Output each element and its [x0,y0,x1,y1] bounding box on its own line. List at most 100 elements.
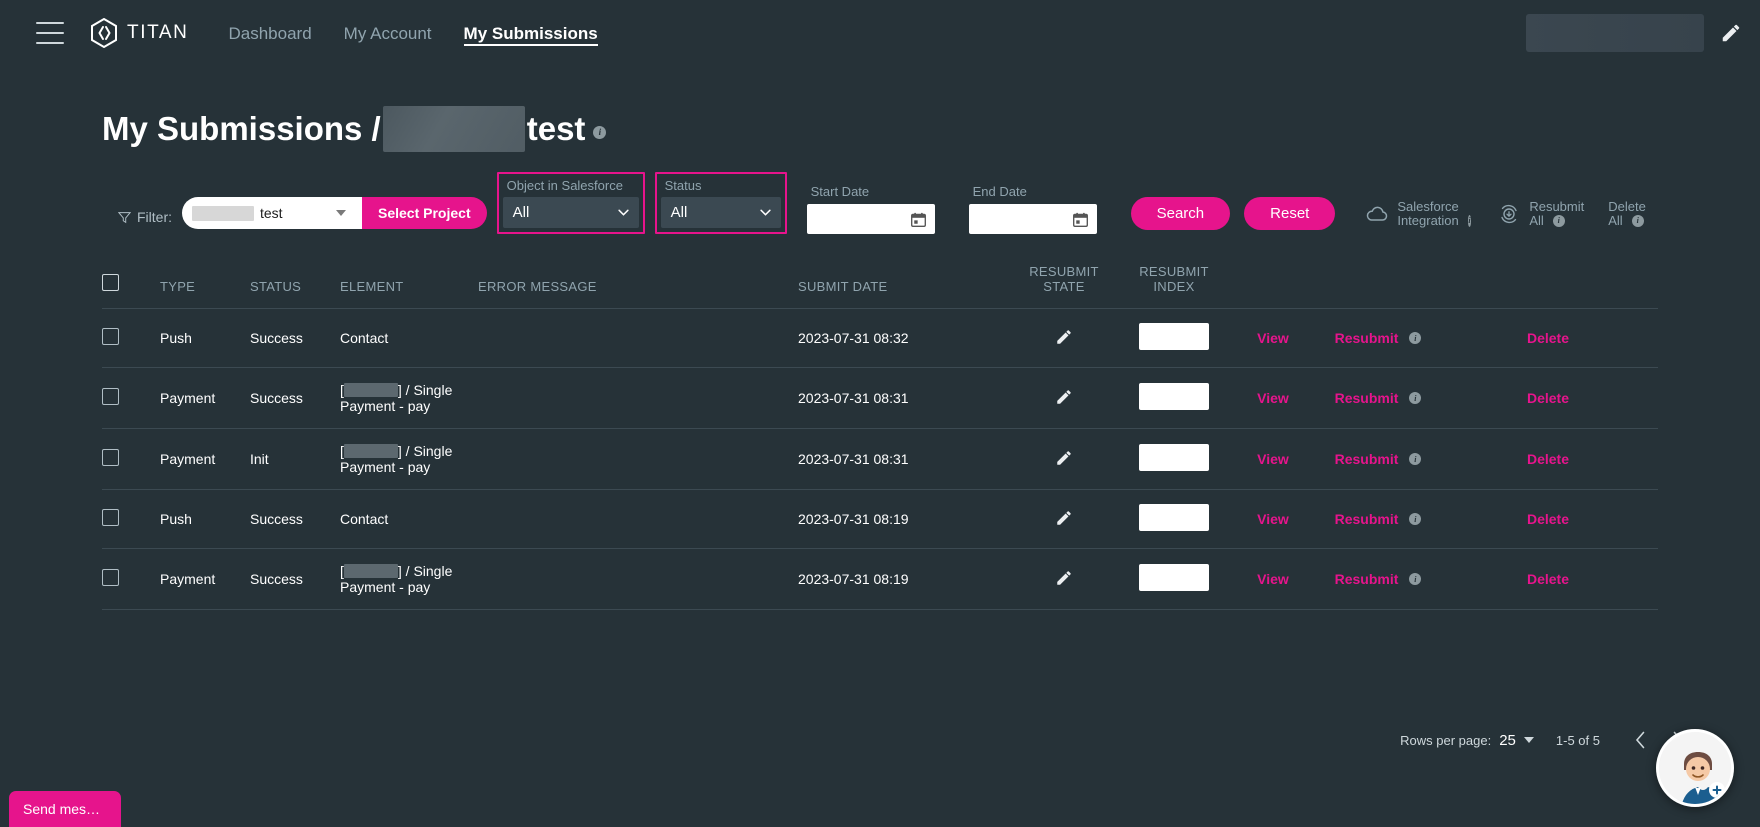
delete-link[interactable]: Delete [1527,571,1569,587]
chevron-down-icon [336,210,346,216]
element-line2: Payment - pay [340,579,478,595]
resubmit-index-input[interactable] [1139,564,1209,591]
chat-avatar[interactable] [1656,729,1734,807]
nav-item-my-submissions[interactable]: My Submissions [464,0,598,66]
nav-item-dashboard[interactable]: Dashboard [228,0,311,66]
resubmit-link[interactable]: Resubmit [1335,571,1399,587]
cell-status: Success [250,309,340,368]
pencil-icon[interactable] [1055,328,1073,346]
info-icon[interactable]: i [1409,513,1421,525]
delete-all-action[interactable]: Delete All i [1608,200,1646,228]
cell-submit-date: 2023-07-31 08:19 [798,490,1008,549]
row-checkbox[interactable] [102,509,119,526]
pencil-icon[interactable] [1055,569,1073,587]
salesforce-integration-line2: Integration [1397,214,1458,228]
pencil-icon[interactable] [1055,509,1073,527]
select-all-checkbox[interactable] [102,274,119,291]
view-link[interactable]: View [1257,511,1289,527]
cell-resubmit-state [1008,549,1120,610]
info-icon[interactable]: i [1632,215,1644,227]
th-resubmit-index-line2: INDEX [1120,279,1228,294]
delete-link[interactable]: Delete [1527,451,1569,467]
row-checkbox[interactable] [102,388,119,405]
info-icon[interactable]: i [1468,215,1472,227]
row-select-cell [102,368,160,429]
view-link[interactable]: View [1257,571,1289,587]
chat-send-message-button[interactable]: Send mes… [9,791,121,827]
info-icon[interactable]: i [1409,453,1421,465]
cell-resubmit: Resubmit i [1318,490,1438,549]
info-icon[interactable]: i [593,126,606,139]
resubmit-index-input[interactable] [1139,504,1209,531]
rows-per-page-label: Rows per page: [1400,733,1491,748]
salesforce-integration-action[interactable]: Salesforce Integration i [1365,200,1471,228]
delete-link[interactable]: Delete [1527,511,1569,527]
start-date-input[interactable] [807,204,935,234]
search-button[interactable]: Search [1131,197,1231,230]
cell-type: Push [160,309,250,368]
page-title-prefix: My Submissions / [102,110,381,148]
project-select-value: test [260,205,283,221]
reset-button[interactable]: Reset [1244,197,1335,230]
resubmit-link[interactable]: Resubmit [1335,390,1399,406]
top-navigation-bar: TITAN Dashboard My Account My Submission… [0,0,1760,66]
resubmit-link[interactable]: Resubmit [1335,451,1399,467]
object-in-salesforce-dropdown[interactable]: All [503,197,639,228]
redacted-element-value [344,444,398,458]
info-icon[interactable]: i [1409,392,1421,404]
calendar-icon[interactable] [1072,211,1089,228]
filter-label-group: Filter: [118,209,172,225]
brand-logo[interactable]: TITAN [90,18,188,48]
status-dropdown[interactable]: All [661,197,781,228]
chevron-down-icon [1524,737,1534,743]
view-link[interactable]: View [1257,451,1289,467]
element-suffix: ] / Single [398,443,452,459]
cell-resubmit-state [1008,490,1120,549]
end-date-input[interactable] [969,204,1097,234]
row-checkbox[interactable] [102,569,119,586]
resubmit-index-input[interactable] [1139,444,1209,471]
project-select[interactable]: test [182,197,362,229]
pencil-icon[interactable] [1055,449,1073,467]
info-icon[interactable]: i [1553,215,1565,227]
resubmit-all-action[interactable]: Resubmit All i [1497,200,1584,228]
object-in-salesforce-value: All [513,204,530,221]
cell-error-message [478,490,798,549]
resubmit-link[interactable]: Resubmit [1335,330,1399,346]
resubmit-index-input[interactable] [1139,383,1209,410]
object-in-salesforce-highlight: Object in Salesforce All [497,172,645,234]
resubmit-all-line2: All [1529,214,1543,228]
resubmit-all-line1: Resubmit [1529,200,1584,214]
hamburger-menu-icon[interactable] [36,22,64,44]
cell-type: Push [160,490,250,549]
view-link[interactable]: View [1257,390,1289,406]
cell-error-message [478,549,798,610]
cell-resubmit: Resubmit i [1318,309,1438,368]
info-icon[interactable]: i [1409,332,1421,344]
resubmit-index-input[interactable] [1139,323,1209,350]
rows-per-page[interactable]: Rows per page: 25 [1400,732,1534,749]
page-content: My Submissions / test i Filter: test Sel… [0,106,1760,610]
main-nav: Dashboard My Account My Submissions [228,0,597,66]
status-highlight: Status All [655,172,787,234]
delete-link[interactable]: Delete [1527,390,1569,406]
chevron-left-icon[interactable] [1634,731,1647,749]
delete-link[interactable]: Delete [1527,330,1569,346]
pencil-icon[interactable] [1720,22,1742,44]
resubmit-link[interactable]: Resubmit [1335,511,1399,527]
page-title: My Submissions / test i [102,106,1760,152]
funnel-icon [118,211,131,224]
object-in-salesforce-label: Object in Salesforce [503,178,639,193]
submissions-table-container: TYPE STATUS ELEMENT ERROR MESSAGE SUBMIT… [102,264,1658,610]
delete-all-line1: Delete [1608,200,1646,214]
row-checkbox[interactable] [102,449,119,466]
calendar-icon[interactable] [910,211,927,228]
pencil-icon[interactable] [1055,388,1073,406]
project-picker: test Select Project [182,197,487,229]
select-project-button[interactable]: Select Project [362,197,487,229]
cell-view: View [1228,549,1318,610]
row-checkbox[interactable] [102,328,119,345]
nav-item-my-account[interactable]: My Account [344,0,432,66]
view-link[interactable]: View [1257,330,1289,346]
info-icon[interactable]: i [1409,573,1421,585]
